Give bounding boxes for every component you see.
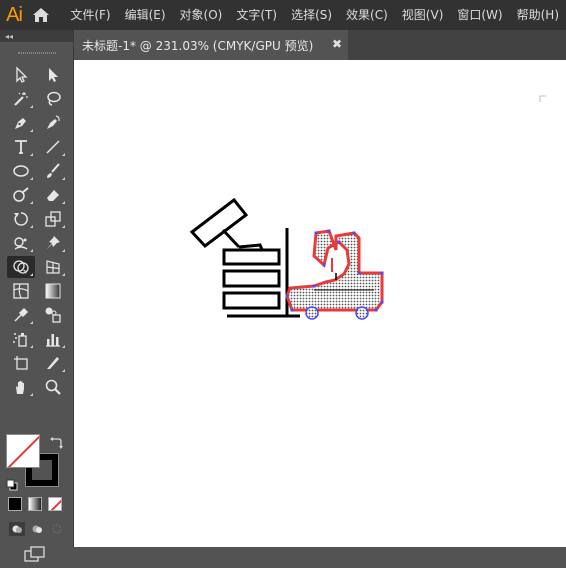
pin-tool[interactable] (39, 232, 67, 254)
none-mode-button[interactable] (48, 497, 62, 511)
menu-bar: Ai 文件(F) 编辑(E) 对象(O) 文字(T) 选择(S) 效果(C) 视… (0, 0, 566, 30)
mesh-tool[interactable] (7, 280, 35, 302)
selection-tool[interactable] (7, 64, 35, 86)
toolbar-grip[interactable] (0, 42, 73, 64)
perspective-grid-tool[interactable] (39, 256, 67, 278)
forklift-body-selected (285, 229, 384, 320)
type-tool[interactable] (7, 136, 35, 158)
document-tab-title: 未标题-1* @ 231.03% (CMYK/GPU 预览) (82, 38, 314, 53)
menu-window[interactable]: 窗口(W) (450, 0, 509, 30)
menu-help[interactable]: 帮助(H) (510, 0, 566, 30)
tilted-box-shape (189, 197, 266, 255)
toolbar-collapse-button[interactable]: ◂◂ (0, 30, 73, 42)
zoom-tool[interactable] (39, 376, 67, 398)
line-segment-tool[interactable] (39, 136, 67, 158)
slice-tool[interactable] (39, 352, 67, 374)
document-tab-bar: 未标题-1* @ 231.03% (CMYK/GPU 预览) ✖ (74, 30, 566, 60)
default-fill-stroke-icon[interactable] (6, 476, 18, 491)
gradient-mode-button[interactable] (28, 497, 42, 511)
artboard-corner-mark (539, 95, 546, 102)
artwork (189, 95, 546, 320)
curvature-tool[interactable] (39, 112, 67, 134)
document-tab[interactable]: 未标题-1* @ 231.03% (CMYK/GPU 预览) (74, 30, 348, 60)
shape-builder-tool[interactable] (7, 256, 35, 278)
draw-behind-button[interactable] (29, 522, 45, 536)
eraser-tool[interactable] (39, 184, 67, 206)
blob-brush-tool[interactable] (7, 184, 35, 206)
close-tab-icon[interactable]: ✖ (332, 37, 342, 51)
scale-tool[interactable] (39, 208, 67, 230)
lasso-tool[interactable] (39, 88, 67, 110)
blend-tool[interactable] (39, 304, 67, 326)
color-mode-button[interactable] (8, 497, 22, 511)
stacked-boxes-shape (222, 248, 281, 310)
menu-file[interactable]: 文件(F) (63, 0, 117, 30)
draw-normal-button[interactable] (9, 522, 25, 536)
tools-panel: ◂◂ (0, 30, 74, 562)
menu-effect[interactable]: 效果(C) (339, 0, 395, 30)
gradient-tool[interactable] (39, 280, 67, 302)
menu-select[interactable]: 选择(S) (284, 0, 339, 30)
swap-fill-stroke-icon[interactable] (49, 435, 63, 449)
hand-tool[interactable] (7, 376, 35, 398)
menu-type[interactable]: 文字(T) (229, 0, 284, 30)
menu-view[interactable]: 视图(V) (395, 0, 451, 30)
magic-wand-tool[interactable] (7, 88, 35, 110)
menu-object[interactable]: 对象(O) (173, 0, 230, 30)
pen-tool[interactable] (7, 112, 35, 134)
menu-edit[interactable]: 编辑(E) (118, 0, 173, 30)
home-icon[interactable] (28, 0, 53, 30)
direct-selection-tool[interactable] (39, 64, 67, 86)
column-graph-tool[interactable] (39, 328, 67, 350)
paintbrush-tool[interactable] (39, 160, 67, 182)
fill-swatch-front[interactable] (6, 434, 40, 468)
artboard-canvas[interactable] (74, 60, 566, 547)
rotate-tool[interactable] (7, 208, 35, 230)
symbol-sprayer-tool[interactable] (7, 328, 35, 350)
puppet-warp-tool[interactable] (7, 232, 35, 254)
ellipse-tool[interactable] (7, 160, 35, 182)
change-screen-mode-icon[interactable] (24, 546, 46, 564)
app-logo: Ai (6, 3, 23, 26)
eyedropper-tool[interactable] (7, 304, 35, 326)
draw-inside-button[interactable] (49, 522, 65, 536)
artboard-tool[interactable] (7, 352, 35, 374)
